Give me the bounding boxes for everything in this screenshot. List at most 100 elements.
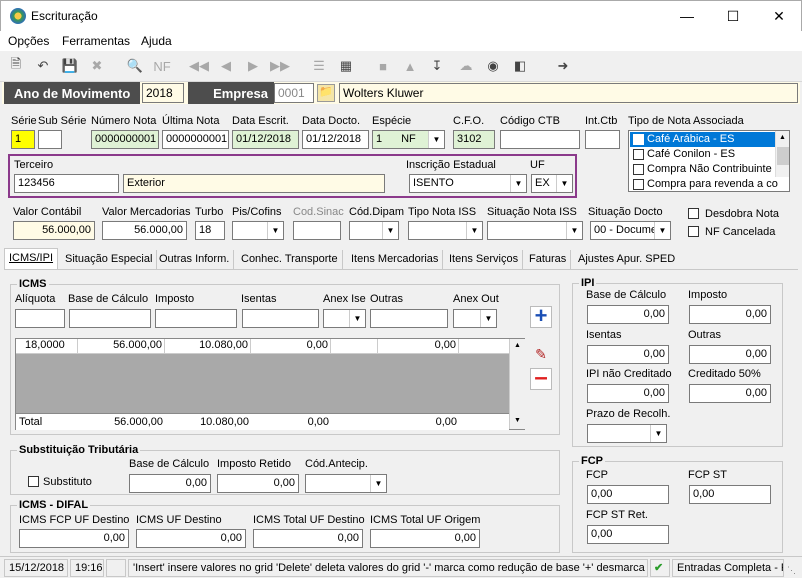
empresa-code-input[interactable]: 0001 bbox=[274, 83, 314, 103]
isentas-input[interactable] bbox=[242, 309, 319, 328]
ipi-prazo-select[interactable]: ▼ bbox=[587, 424, 667, 443]
substituto-checkbox[interactable] bbox=[28, 476, 39, 487]
ano-input[interactable]: 2018 bbox=[142, 83, 184, 103]
chevron-down-icon[interactable]: ▼ bbox=[566, 222, 582, 239]
import-icon[interactable]: ↧ bbox=[428, 57, 446, 75]
contabil-input[interactable]: 56.000,00 bbox=[13, 221, 95, 240]
ultima-input[interactable]: 0000000001 bbox=[162, 130, 229, 149]
difal-uf-input[interactable]: 0,00 bbox=[136, 529, 246, 548]
checkbox[interactable] bbox=[633, 134, 644, 145]
nfe-icon[interactable]: NF bbox=[153, 57, 171, 75]
uf-select[interactable]: EX ▼ bbox=[531, 174, 573, 193]
aliquota-input[interactable] bbox=[15, 309, 65, 328]
chevron-down-icon[interactable]: ▼ bbox=[428, 131, 444, 148]
close-button[interactable]: ✕ bbox=[756, 1, 802, 31]
intctb-input[interactable] bbox=[585, 130, 620, 149]
st-retido-input[interactable]: 0,00 bbox=[217, 474, 299, 493]
chevron-down-icon[interactable]: ▼ bbox=[382, 222, 398, 239]
docto-input[interactable]: 01/12/2018 bbox=[302, 130, 369, 149]
chevron-up-icon[interactable]: ▲ bbox=[779, 134, 786, 141]
terceiro-code-input[interactable]: 123456 bbox=[14, 174, 119, 193]
ipi-isentas-input[interactable]: 0,00 bbox=[587, 345, 669, 364]
subserie-input[interactable] bbox=[38, 130, 62, 149]
save-icon[interactable]: 💾 bbox=[61, 57, 79, 75]
st-base-input[interactable]: 0,00 bbox=[129, 474, 211, 493]
sitdoc-select[interactable]: 00 - Documen ▼ bbox=[590, 221, 671, 240]
merc-input[interactable]: 56.000,00 bbox=[102, 221, 187, 240]
sitiss-select[interactable]: ▼ bbox=[487, 221, 583, 240]
fcp-st-input[interactable]: 0,00 bbox=[689, 485, 771, 504]
chevron-down-icon[interactable]: ▼ bbox=[654, 222, 670, 239]
menu-ferramentas[interactable]: Ferramentas bbox=[62, 34, 130, 48]
table-row[interactable]: 18,0000 56.000,00 10.080,00 0,00 0,00 bbox=[16, 339, 509, 354]
new-icon[interactable]: 🗎 bbox=[7, 56, 25, 75]
anexout-select[interactable]: ▼ bbox=[453, 309, 497, 328]
chevron-down-icon[interactable]: ▼ bbox=[510, 175, 526, 192]
menu-ajuda[interactable]: Ajuda bbox=[141, 34, 172, 48]
sinac-input[interactable] bbox=[293, 221, 341, 240]
tab-ajustes-sped[interactable]: Ajustes Apur. SPED bbox=[574, 250, 679, 269]
chevron-down-icon[interactable]: ▼ bbox=[556, 175, 572, 192]
chevron-down-icon[interactable]: ▼ bbox=[349, 310, 365, 327]
calculator-icon[interactable]: ▦ bbox=[337, 57, 355, 75]
truck-icon[interactable]: ▲ bbox=[401, 57, 419, 75]
escrit-input[interactable]: 01/12/2018 bbox=[232, 130, 299, 149]
especie-select[interactable]: 1 NF ▼ bbox=[372, 130, 445, 149]
first-record-icon[interactable]: ◀◀ bbox=[189, 57, 209, 75]
numero-input[interactable]: 0000000001 bbox=[91, 130, 159, 149]
desdobra-checkbox[interactable] bbox=[688, 208, 699, 219]
chevron-down-icon[interactable]: ▼ bbox=[466, 222, 482, 239]
exit-icon[interactable]: ➜ bbox=[554, 57, 572, 75]
ipi-nao-input[interactable]: 0,00 bbox=[587, 384, 669, 403]
add-button[interactable]: + bbox=[530, 305, 552, 328]
dipam-select[interactable]: ▼ bbox=[349, 221, 399, 240]
tree-icon[interactable]: ☰ bbox=[310, 57, 328, 75]
menu-opcoes[interactable]: Opções bbox=[8, 34, 49, 48]
pis-select[interactable]: ▼ bbox=[232, 221, 284, 240]
base-input[interactable] bbox=[69, 309, 151, 328]
difal-fcp-input[interactable]: 0,00 bbox=[19, 529, 129, 548]
edit-icon[interactable]: ✎ bbox=[530, 346, 552, 364]
next-record-icon[interactable]: ▶ bbox=[244, 57, 262, 75]
delete-icon[interactable]: ✖ bbox=[88, 57, 106, 75]
list-scrollbar[interactable]: ▲ bbox=[775, 131, 789, 177]
scrollbar-thumb[interactable] bbox=[777, 147, 789, 165]
chevron-down-icon[interactable]: ▼ bbox=[267, 222, 283, 239]
list-item[interactable]: Compra Não Contribuinte bbox=[630, 162, 775, 177]
chevron-down-icon[interactable]: ▼ bbox=[480, 310, 496, 327]
resize-grip-icon[interactable]: ⋱ bbox=[787, 565, 796, 576]
st-antecip-select[interactable]: ▼ bbox=[305, 474, 387, 493]
grid-scrollbar[interactable]: ▲ ▼ bbox=[509, 339, 525, 429]
chevron-down-icon[interactable]: ▼ bbox=[514, 417, 521, 424]
anexise-select[interactable]: ▼ bbox=[323, 309, 366, 328]
tab-outras-inform[interactable]: Outras Inform. bbox=[155, 250, 235, 269]
turbo-input[interactable]: 18 bbox=[195, 221, 225, 240]
cib-icon[interactable]: ◉ bbox=[484, 57, 502, 75]
checkbox[interactable] bbox=[633, 164, 644, 175]
print-preview-icon[interactable]: 🔍 bbox=[126, 57, 144, 75]
remove-button[interactable]: – bbox=[530, 366, 552, 390]
icms-grid[interactable]: 18,0000 56.000,00 10.080,00 0,00 0,00 To… bbox=[15, 338, 525, 430]
checkbox[interactable] bbox=[633, 179, 644, 190]
tab-conhec-transporte[interactable]: Conhec. Transporte bbox=[237, 250, 343, 269]
checkbox[interactable] bbox=[633, 149, 644, 160]
chevron-up-icon[interactable]: ▲ bbox=[514, 342, 521, 349]
tab-situacao-especial[interactable]: Situação Especial bbox=[61, 250, 158, 269]
chevron-down-icon[interactable]: ▼ bbox=[650, 425, 666, 442]
building-icon[interactable]: ■ bbox=[374, 57, 392, 75]
iss-select[interactable]: ▼ bbox=[408, 221, 483, 240]
tab-faturas[interactable]: Faturas bbox=[525, 250, 572, 269]
list-item[interactable]: Café Arábica - ES bbox=[630, 132, 775, 147]
serie-input[interactable]: 1 bbox=[11, 130, 35, 149]
last-record-icon[interactable]: ▶▶ bbox=[270, 57, 290, 75]
ipi-outras-input[interactable]: 0,00 bbox=[689, 345, 771, 364]
open-folder-icon[interactable]: 📁 bbox=[317, 84, 335, 102]
chevron-down-icon[interactable]: ▼ bbox=[370, 475, 386, 492]
list-item[interactable]: Café Conilon - ES bbox=[630, 147, 775, 162]
difal-orig-input[interactable]: 0,00 bbox=[370, 529, 480, 548]
tab-itens-mercadorias[interactable]: Itens Mercadorias bbox=[347, 250, 444, 269]
fcp-input[interactable]: 0,00 bbox=[587, 485, 669, 504]
fcp-ret-input[interactable]: 0,00 bbox=[587, 525, 669, 544]
cloud-icon[interactable]: ☁ bbox=[457, 57, 475, 75]
ctb-input[interactable] bbox=[500, 130, 580, 149]
